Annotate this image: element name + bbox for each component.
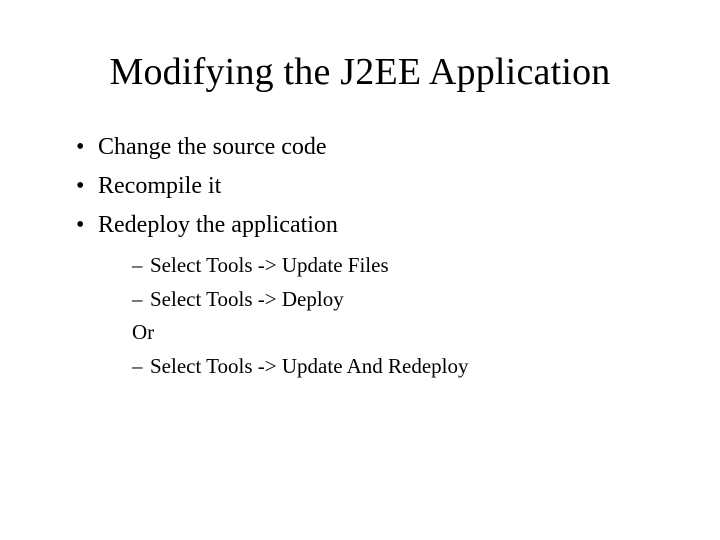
bullet-text: Change the source code <box>98 134 327 160</box>
bullet-text: Redeploy the application <box>98 212 338 238</box>
sub-text: Select Tools -> Update And Redeploy <box>150 354 469 378</box>
sub-list: Select Tools -> Update Files Select Tool… <box>98 250 670 382</box>
slide: Modifying the J2EE Application Change th… <box>0 0 720 540</box>
sub-item: Select Tools -> Deploy <box>132 284 670 316</box>
sub-text: Select Tools -> Deploy <box>150 287 344 311</box>
bullet-list: Change the source code Recompile it Rede… <box>50 130 670 382</box>
sub-text: Or <box>132 320 154 344</box>
slide-title: Modifying the J2EE Application <box>50 50 670 94</box>
sub-text: Select Tools -> Update Files <box>150 253 389 277</box>
bullet-item: Recompile it <box>76 169 670 204</box>
sub-item: Select Tools -> Update And Redeploy <box>132 351 670 383</box>
sub-item: Select Tools -> Update Files <box>132 250 670 282</box>
sub-item-plain: Or <box>132 317 670 349</box>
bullet-item: Redeploy the application Select Tools ->… <box>76 208 670 383</box>
bullet-item: Change the source code <box>76 130 670 165</box>
bullet-text: Recompile it <box>98 173 221 199</box>
